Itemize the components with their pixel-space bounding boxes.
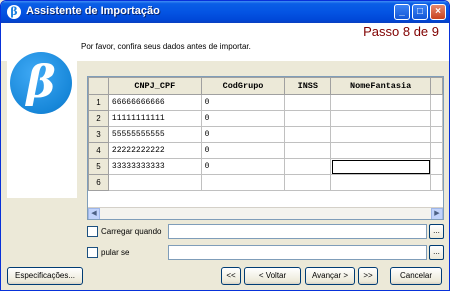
row-number[interactable]: 5 (88, 158, 109, 175)
cell-codgrupo[interactable]: 0 (200, 110, 286, 127)
column-header-codgrupo[interactable]: CodGrupo (200, 77, 286, 95)
cell-cnpj[interactable]: 33333333333 (107, 158, 202, 175)
cell-codgrupo[interactable]: 0 (200, 94, 286, 111)
row-number[interactable]: 2 (88, 110, 109, 127)
horizontal-scrollbar[interactable]: ◀ ▶ (88, 207, 443, 219)
corner-cell (88, 77, 109, 95)
pular-se-browse-button[interactable]: ... (429, 245, 444, 260)
scroll-left-icon[interactable]: ◀ (88, 208, 100, 219)
column-header-cnpj[interactable]: CNPJ_CPF (107, 77, 202, 95)
import-wizard-window: β Assistente de Importação _ □ × Passo 8… (0, 0, 450, 291)
title-bar[interactable]: β Assistente de Importação _ □ × (1, 1, 449, 23)
cell-codgrupo[interactable]: 0 (200, 158, 286, 175)
carregar-quando-checkbox[interactable] (87, 226, 98, 237)
cell-codgrupo[interactable]: 0 (200, 142, 286, 159)
row-number[interactable]: 3 (88, 126, 109, 143)
minimize-button[interactable]: _ (394, 4, 410, 20)
pular-se-label: pular se (101, 248, 130, 257)
maximize-button[interactable]: □ (412, 4, 428, 20)
table-row[interactable]: 4 22222222222 0 (88, 142, 443, 159)
voltar-button[interactable]: < Voltar (244, 267, 301, 285)
close-button[interactable]: × (430, 4, 446, 20)
cell-cnpj[interactable]: 55555555555 (107, 126, 202, 143)
row-number[interactable]: 6 (88, 174, 109, 191)
carregar-quando-field[interactable] (168, 224, 427, 239)
instruction-text: Por favor, confira seus dados antes de i… (81, 42, 251, 51)
cell-inss[interactable] (284, 94, 332, 111)
pular-se-checkbox[interactable] (87, 247, 98, 258)
pular-se-field[interactable] (168, 245, 427, 260)
row-number[interactable]: 4 (88, 142, 109, 159)
carregar-quando-row: Carregar quando ... (87, 224, 444, 240)
cell-overflow (430, 110, 443, 127)
cell-codgrupo[interactable]: 0 (200, 126, 286, 143)
cell-cnpj[interactable]: 22222222222 (107, 142, 202, 159)
window-title: Assistente de Importação (26, 5, 160, 17)
cancelar-button[interactable]: Cancelar (390, 267, 442, 285)
carregar-quando-label: Carregar quando (101, 227, 162, 236)
table-row[interactable]: 3 55555555555 0 (88, 126, 443, 143)
logo-letter: β (26, 57, 56, 108)
cell-nomefantasia[interactable] (330, 142, 431, 159)
cell-inss[interactable] (284, 126, 332, 143)
cell-overflow (430, 126, 443, 143)
cell-overflow (430, 158, 443, 175)
avancar-button[interactable]: Avançar > (305, 267, 355, 285)
pular-se-row: pular se ... (87, 245, 444, 261)
logo-panel: β (7, 48, 77, 198)
cell-nomefantasia[interactable] (330, 174, 431, 191)
preview-table: CNPJ_CPF CodGrupo INSS NomeFantasia 1 66… (88, 77, 443, 191)
cell-cnpj[interactable]: 11111111111 (107, 110, 202, 127)
cell-inss[interactable] (284, 158, 332, 175)
scroll-right-icon[interactable]: ▶ (431, 208, 443, 219)
cell-cnpj[interactable]: 66666666666 (107, 94, 202, 111)
cell-overflow (430, 174, 443, 191)
column-header-inss[interactable]: INSS (284, 77, 332, 95)
carregar-quando-browse-button[interactable]: ... (429, 224, 444, 239)
table-row[interactable]: 5 33333333333 0 (88, 158, 443, 175)
cell-inss[interactable] (284, 174, 332, 191)
cell-overflow (430, 142, 443, 159)
cell-nomefantasia[interactable] (330, 110, 431, 127)
cell-overflow (430, 94, 443, 111)
table-row[interactable]: 1 66666666666 0 (88, 94, 443, 111)
table-row[interactable]: 6 (88, 174, 443, 191)
column-header-nomefantasia[interactable]: NomeFantasia (330, 77, 431, 95)
row-number[interactable]: 1 (88, 94, 109, 111)
cell-inss[interactable] (284, 110, 332, 127)
last-step-button[interactable]: >> (358, 267, 378, 285)
cell-inss[interactable] (284, 142, 332, 159)
app-icon: β (7, 5, 21, 19)
especificacoes-button[interactable]: Especificações... (7, 267, 83, 285)
cell-nomefantasia[interactable] (330, 126, 431, 143)
first-step-button[interactable]: << (221, 267, 241, 285)
step-indicator: Passo 8 de 9 (363, 24, 439, 39)
cell-cnpj[interactable] (107, 174, 202, 191)
table-row[interactable]: 2 11111111111 0 (88, 110, 443, 127)
cell-codgrupo[interactable] (200, 174, 286, 191)
data-preview-grid[interactable]: CNPJ_CPF CodGrupo INSS NomeFantasia 1 66… (87, 76, 444, 220)
cell-nomefantasia-selected[interactable] (330, 158, 431, 175)
header-row: CNPJ_CPF CodGrupo INSS NomeFantasia (88, 77, 443, 95)
cell-nomefantasia[interactable] (330, 94, 431, 111)
column-header-overflow (430, 77, 443, 95)
